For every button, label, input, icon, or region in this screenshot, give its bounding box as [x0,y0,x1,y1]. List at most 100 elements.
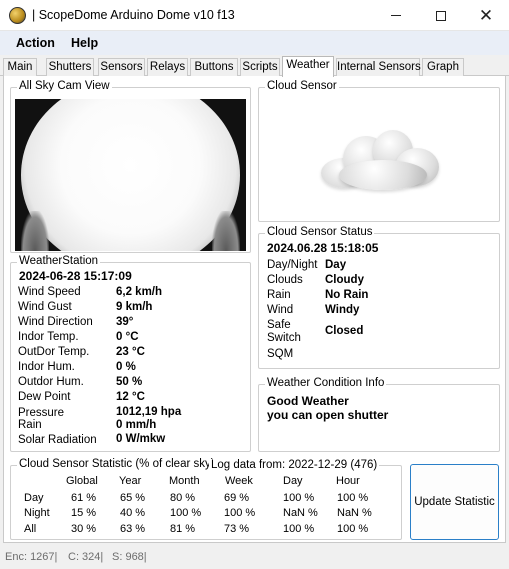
statistic-title: Cloud Sensor Statistic (% of clear sky) [17,458,217,470]
stat-cell: 100 % [224,507,256,519]
clouds-value: Cloudy [325,274,364,286]
stat-col-global: Global [66,475,98,487]
statistic-log-info: Log data from: 2022-12-29 (476) [209,459,380,471]
sky-disc [21,99,240,251]
statistic-group: Cloud Sensor Statistic (% of clear sky) … [10,458,402,540]
cloud-icon [320,130,441,190]
tab-shutters[interactable]: Shutters [46,58,94,76]
wind-gust-label: Wind Gust [18,301,72,313]
close-button[interactable]: ✕ [463,0,509,31]
wind-speed-label: Wind Speed [18,286,81,298]
stat-cell: 63 % [120,523,146,535]
stat-cell: NaN % [337,507,372,519]
weather-tab-panel: All Sky Cam View Cloud Sensor Cloud Sens… [3,76,506,543]
tab-weather[interactable]: Weather [282,56,334,77]
title-bar: | ScopeDome Arduino Dome v10 f13 ✕ [0,0,509,31]
weather-station-timestamp: 2024-06-28 15:17:09 [19,269,132,283]
menu-bar: Action Help [0,31,509,55]
app-icon [9,7,26,24]
menu-action[interactable]: Action [16,36,55,50]
window-title: | ScopeDome Arduino Dome v10 f13 [32,8,235,22]
wind-speed-value: 6,2 km/h [116,286,163,298]
status-counter-s: S: 968| [112,551,147,563]
stat-cell: 69 % [224,492,250,504]
outdoor-temp-label: OutDor Temp. [18,346,90,358]
weather-station-title: WeatherStation [17,255,101,267]
pressure-label: Pressure [18,407,65,419]
wind-direction-value: 39° [116,316,134,328]
weather-condition-group: Weather Condition Info Good Weather you … [258,377,500,452]
stat-cell: 100 % [337,523,369,535]
stat-cell: 80 % [170,492,196,504]
stat-col-year: Year [119,475,142,487]
stat-row-label: Night [24,507,50,519]
maximize-button[interactable] [418,0,464,31]
weather-condition-title: Weather Condition Info [265,377,387,389]
cloud-status-group: Cloud Sensor Status 2024.06.28 15:18:05 … [258,226,500,369]
tab-internal-sensors[interactable]: Internal Sensors [336,58,421,76]
pressure-value: 1012,19 hpa [116,406,182,418]
weather-station-group: WeatherStation 2024-06-28 15:17:09 Wind … [10,255,251,452]
tab-sensors[interactable]: Sensors [98,58,145,76]
tab-relays[interactable]: Relays [147,58,188,76]
stat-cell: 100 % [337,492,369,504]
maximize-icon [436,10,446,21]
wind-label: Wind [267,304,294,316]
tree-silhouette-right [212,211,240,251]
stat-col-hour: Hour [336,475,360,487]
stat-cell: 100 % [283,492,315,504]
day-night-value: Day [325,259,347,271]
rain-label: Rain [267,289,291,301]
minimize-button[interactable] [373,0,419,31]
stat-cell: 100 % [283,523,315,535]
dew-point-label: Dew Point [18,391,71,403]
status-counter-c: C: 324| [68,551,104,563]
rain-value: No Rain [325,289,369,301]
stat-cell: NaN % [283,507,318,519]
stat-col-week: Week [225,475,253,487]
menu-help[interactable]: Help [71,36,98,50]
status-encoder: Enc: 1267| [5,551,58,563]
cloud-status-timestamp: 2024.06.28 15:18:05 [267,241,379,255]
safe-switch-label: Safe Switch [267,319,301,344]
wind-value: Windy [325,304,360,316]
sqm-label: SQM [267,348,294,360]
weather-condition-line1: Good Weather [267,394,349,408]
cloud-image [264,99,497,221]
dew-point-value: 12 °C [116,391,145,403]
tab-scripts[interactable]: Scripts [240,58,280,76]
solar-radiation-label: Solar Radiation [18,434,97,446]
stat-col-day: Day [283,475,303,487]
wind-direction-label: Wind Direction [18,316,93,328]
wind-gust-value: 9 km/h [116,301,153,313]
stat-col-month: Month [169,475,200,487]
indoor-temp-value: 0 °C [116,331,139,343]
stat-cell: 81 % [170,523,196,535]
allsky-image [15,99,246,251]
day-night-label: Day/Night [267,259,318,271]
status-bar: Enc: 1267| C: 324| S: 968| [0,546,509,569]
stat-row-label: Day [24,492,44,504]
outdoor-temp-value: 23 °C [116,346,145,358]
indoor-hum-value: 0 % [116,361,136,373]
cloud-puff [338,160,427,190]
cloud-sensor-title: Cloud Sensor [265,80,339,92]
stat-cell: 61 % [71,492,97,504]
weather-condition-line2: you can open shutter [267,408,389,422]
outdoor-hum-value: 50 % [116,376,143,388]
tab-buttons[interactable]: Buttons [190,58,238,76]
stat-row-label: All [24,523,37,535]
update-statistic-button[interactable]: Update Statistic [410,464,499,540]
allsky-group: All Sky Cam View [10,80,251,253]
cloud-status-title: Cloud Sensor Status [265,226,375,238]
rain-rate-value: 0 mm/h [116,419,157,431]
stat-cell: 30 % [71,523,97,535]
clouds-label: Clouds [267,274,303,286]
close-icon: ✕ [478,6,494,25]
minimize-icon [391,15,401,16]
indoor-hum-label: Indor Hum. [18,361,75,373]
tab-graph[interactable]: Graph [422,58,464,76]
tab-main[interactable]: Main [3,58,37,76]
safe-switch-value: Closed [325,325,364,337]
tab-strip: Main Shutters Sensors Relays Buttons Scr… [0,56,509,77]
